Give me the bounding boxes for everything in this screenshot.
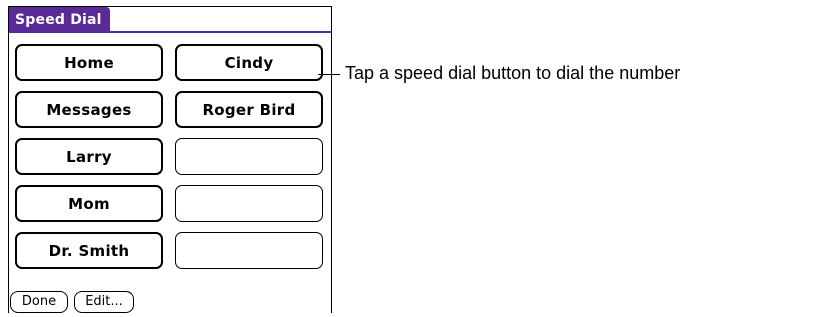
speed-dial-button-cindy[interactable]: Cindy [175, 44, 323, 81]
speed-dial-button-messages[interactable]: Messages [15, 91, 163, 128]
speed-dial-button-empty[interactable] [175, 185, 323, 222]
speed-dial-button-mom[interactable]: Mom [15, 185, 163, 222]
speed-dial-screen: Speed Dial Home Cindy Messages Roger Bir… [8, 6, 332, 313]
done-button[interactable]: Done [10, 291, 68, 313]
edit-button[interactable]: Edit... [74, 291, 134, 313]
window-title: Speed Dial [9, 7, 110, 33]
speed-dial-button-empty[interactable] [175, 138, 323, 175]
speed-dial-button-larry[interactable]: Larry [15, 138, 163, 175]
speed-dial-button-home[interactable]: Home [15, 44, 163, 81]
speed-dial-button-dr-smith[interactable]: Dr. Smith [15, 232, 163, 269]
callout-text: Tap a speed dial button to dial the numb… [345, 63, 681, 83]
title-bar: Speed Dial [9, 7, 331, 33]
callout-leader-line [318, 74, 340, 75]
speed-dial-button-roger-bird[interactable]: Roger Bird [175, 91, 323, 128]
title-underline [9, 31, 331, 33]
speed-dial-button-empty[interactable] [175, 232, 323, 269]
